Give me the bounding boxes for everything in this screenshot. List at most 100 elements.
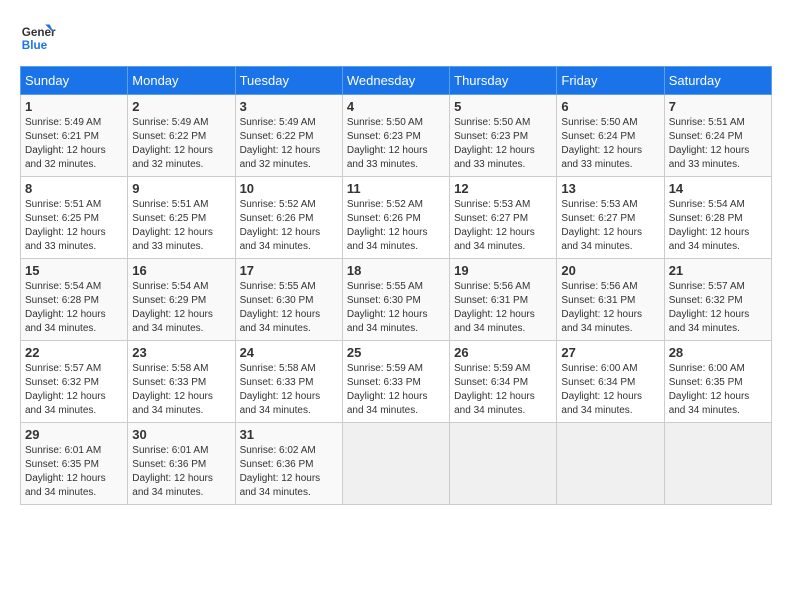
calendar-cell: 21 Sunrise: 5:57 AM Sunset: 6:32 PM Dayli… <box>664 259 771 341</box>
calendar-cell: 17 Sunrise: 5:55 AM Sunset: 6:30 PM Dayli… <box>235 259 342 341</box>
day-number: 13 <box>561 181 659 196</box>
day-number: 3 <box>240 99 338 114</box>
day-number: 14 <box>669 181 767 196</box>
calendar-cell: 16 Sunrise: 5:54 AM Sunset: 6:29 PM Dayli… <box>128 259 235 341</box>
day-info: Sunrise: 6:00 AM Sunset: 6:35 PM Dayligh… <box>669 362 767 418</box>
calendar-cell: 9 Sunrise: 5:51 AM Sunset: 6:25 PM Daylig… <box>128 177 235 259</box>
week-row-1: 1Sunrise: 5:49 AM Sunset: 6:21 PM Daylig… <box>21 95 772 177</box>
day-number: 27 <box>561 345 659 360</box>
week-row-4: 22 Sunrise: 5:57 AM Sunset: 6:32 PM Dayli… <box>21 341 772 423</box>
calendar-cell: 3 Sunrise: 5:49 AM Sunset: 6:22 PM Daylig… <box>235 95 342 177</box>
calendar-cell: 5 Sunrise: 5:50 AM Sunset: 6:23 PM Daylig… <box>450 95 557 177</box>
logo-icon: General Blue <box>20 20 56 56</box>
calendar-cell: 8 Sunrise: 5:51 AM Sunset: 6:25 PM Daylig… <box>21 177 128 259</box>
calendar-cell: 7Sunrise: 5:51 AM Sunset: 6:24 PM Daylig… <box>664 95 771 177</box>
calendar-cell: 25 Sunrise: 5:59 AM Sunset: 6:33 PM Dayli… <box>342 341 449 423</box>
calendar-cell: 24 Sunrise: 5:58 AM Sunset: 6:33 PM Dayli… <box>235 341 342 423</box>
calendar-cell: 20 Sunrise: 5:56 AM Sunset: 6:31 PM Dayli… <box>557 259 664 341</box>
day-number: 21 <box>669 263 767 278</box>
day-number: 5 <box>454 99 552 114</box>
day-number: 23 <box>132 345 230 360</box>
calendar-cell: 23Sunrise: 5:58 AM Sunset: 6:33 PM Dayli… <box>128 341 235 423</box>
calendar-cell: 29Sunrise: 6:01 AM Sunset: 6:35 PM Dayli… <box>21 423 128 505</box>
day-header-saturday: Saturday <box>664 67 771 95</box>
calendar-cell: 28 Sunrise: 6:00 AM Sunset: 6:35 PM Dayli… <box>664 341 771 423</box>
day-number: 24 <box>240 345 338 360</box>
day-info: Sunrise: 5:51 AM Sunset: 6:25 PM Dayligh… <box>25 198 123 254</box>
day-number: 12 <box>454 181 552 196</box>
day-info: Sunrise: 5:57 AM Sunset: 6:32 PM Dayligh… <box>25 362 123 418</box>
day-info: Sunrise: 5:59 AM Sunset: 6:34 PM Dayligh… <box>454 362 552 418</box>
day-number: 17 <box>240 263 338 278</box>
day-info: Sunrise: 5:51 AM Sunset: 6:25 PM Dayligh… <box>132 198 230 254</box>
calendar-cell: 19Sunrise: 5:56 AM Sunset: 6:31 PM Dayli… <box>450 259 557 341</box>
day-number: 8 <box>25 181 123 196</box>
day-number: 11 <box>347 181 445 196</box>
day-info: Sunrise: 5:53 AM Sunset: 6:27 PM Dayligh… <box>561 198 659 254</box>
calendar-cell <box>664 423 771 505</box>
day-number: 9 <box>132 181 230 196</box>
day-info: Sunrise: 5:49 AM Sunset: 6:21 PM Dayligh… <box>25 116 123 172</box>
week-row-5: 29Sunrise: 6:01 AM Sunset: 6:35 PM Dayli… <box>21 423 772 505</box>
header-row: SundayMondayTuesdayWednesdayThursdayFrid… <box>21 67 772 95</box>
page-header: General Blue <box>20 20 772 56</box>
week-row-3: 15 Sunrise: 5:54 AM Sunset: 6:28 PM Dayli… <box>21 259 772 341</box>
day-info: Sunrise: 5:50 AM Sunset: 6:24 PM Dayligh… <box>561 116 659 172</box>
calendar-cell: 12 Sunrise: 5:53 AM Sunset: 6:27 PM Dayli… <box>450 177 557 259</box>
day-info: Sunrise: 5:54 AM Sunset: 6:28 PM Dayligh… <box>669 198 767 254</box>
day-number: 26 <box>454 345 552 360</box>
day-info: Sunrise: 6:01 AM Sunset: 6:35 PM Dayligh… <box>25 444 123 500</box>
day-header-tuesday: Tuesday <box>235 67 342 95</box>
day-number: 30 <box>132 427 230 442</box>
day-info: Sunrise: 5:50 AM Sunset: 6:23 PM Dayligh… <box>347 116 445 172</box>
day-header-wednesday: Wednesday <box>342 67 449 95</box>
day-info: Sunrise: 6:01 AM Sunset: 6:36 PM Dayligh… <box>132 444 230 500</box>
day-number: 6 <box>561 99 659 114</box>
calendar-cell: 10Sunrise: 5:52 AM Sunset: 6:26 PM Dayli… <box>235 177 342 259</box>
week-row-2: 8 Sunrise: 5:51 AM Sunset: 6:25 PM Daylig… <box>21 177 772 259</box>
day-info: Sunrise: 5:49 AM Sunset: 6:22 PM Dayligh… <box>240 116 338 172</box>
calendar-table: SundayMondayTuesdayWednesdayThursdayFrid… <box>20 66 772 505</box>
day-info: Sunrise: 5:54 AM Sunset: 6:29 PM Dayligh… <box>132 280 230 336</box>
calendar-cell: 6 Sunrise: 5:50 AM Sunset: 6:24 PM Daylig… <box>557 95 664 177</box>
svg-text:Blue: Blue <box>22 39 48 52</box>
logo: General Blue <box>20 20 56 56</box>
calendar-cell: 18 Sunrise: 5:55 AM Sunset: 6:30 PM Dayli… <box>342 259 449 341</box>
day-header-monday: Monday <box>128 67 235 95</box>
day-info: Sunrise: 5:52 AM Sunset: 6:26 PM Dayligh… <box>347 198 445 254</box>
day-info: Sunrise: 5:59 AM Sunset: 6:33 PM Dayligh… <box>347 362 445 418</box>
day-info: Sunrise: 5:55 AM Sunset: 6:30 PM Dayligh… <box>347 280 445 336</box>
day-number: 20 <box>561 263 659 278</box>
calendar-cell: 27 Sunrise: 6:00 AM Sunset: 6:34 PM Dayli… <box>557 341 664 423</box>
calendar-cell <box>557 423 664 505</box>
day-info: Sunrise: 5:55 AM Sunset: 6:30 PM Dayligh… <box>240 280 338 336</box>
calendar-cell <box>450 423 557 505</box>
day-info: Sunrise: 5:54 AM Sunset: 6:28 PM Dayligh… <box>25 280 123 336</box>
day-number: 31 <box>240 427 338 442</box>
calendar-cell: 26 Sunrise: 5:59 AM Sunset: 6:34 PM Dayli… <box>450 341 557 423</box>
day-info: Sunrise: 5:56 AM Sunset: 6:31 PM Dayligh… <box>561 280 659 336</box>
day-number: 18 <box>347 263 445 278</box>
day-info: Sunrise: 5:52 AM Sunset: 6:26 PM Dayligh… <box>240 198 338 254</box>
day-header-sunday: Sunday <box>21 67 128 95</box>
day-info: Sunrise: 5:53 AM Sunset: 6:27 PM Dayligh… <box>454 198 552 254</box>
day-number: 15 <box>25 263 123 278</box>
calendar-cell: 22 Sunrise: 5:57 AM Sunset: 6:32 PM Dayli… <box>21 341 128 423</box>
calendar-cell: 2 Sunrise: 5:49 AM Sunset: 6:22 PM Daylig… <box>128 95 235 177</box>
day-info: Sunrise: 6:02 AM Sunset: 6:36 PM Dayligh… <box>240 444 338 500</box>
day-header-friday: Friday <box>557 67 664 95</box>
calendar-cell: 30 Sunrise: 6:01 AM Sunset: 6:36 PM Dayli… <box>128 423 235 505</box>
day-number: 16 <box>132 263 230 278</box>
calendar-cell: 1Sunrise: 5:49 AM Sunset: 6:21 PM Daylig… <box>21 95 128 177</box>
day-info: Sunrise: 5:57 AM Sunset: 6:32 PM Dayligh… <box>669 280 767 336</box>
day-header-thursday: Thursday <box>450 67 557 95</box>
day-number: 2 <box>132 99 230 114</box>
calendar-cell: 14 Sunrise: 5:54 AM Sunset: 6:28 PM Dayli… <box>664 177 771 259</box>
day-number: 22 <box>25 345 123 360</box>
day-info: Sunrise: 5:50 AM Sunset: 6:23 PM Dayligh… <box>454 116 552 172</box>
day-number: 25 <box>347 345 445 360</box>
day-info: Sunrise: 5:49 AM Sunset: 6:22 PM Dayligh… <box>132 116 230 172</box>
day-number: 28 <box>669 345 767 360</box>
day-info: Sunrise: 5:58 AM Sunset: 6:33 PM Dayligh… <box>240 362 338 418</box>
day-info: Sunrise: 6:00 AM Sunset: 6:34 PM Dayligh… <box>561 362 659 418</box>
